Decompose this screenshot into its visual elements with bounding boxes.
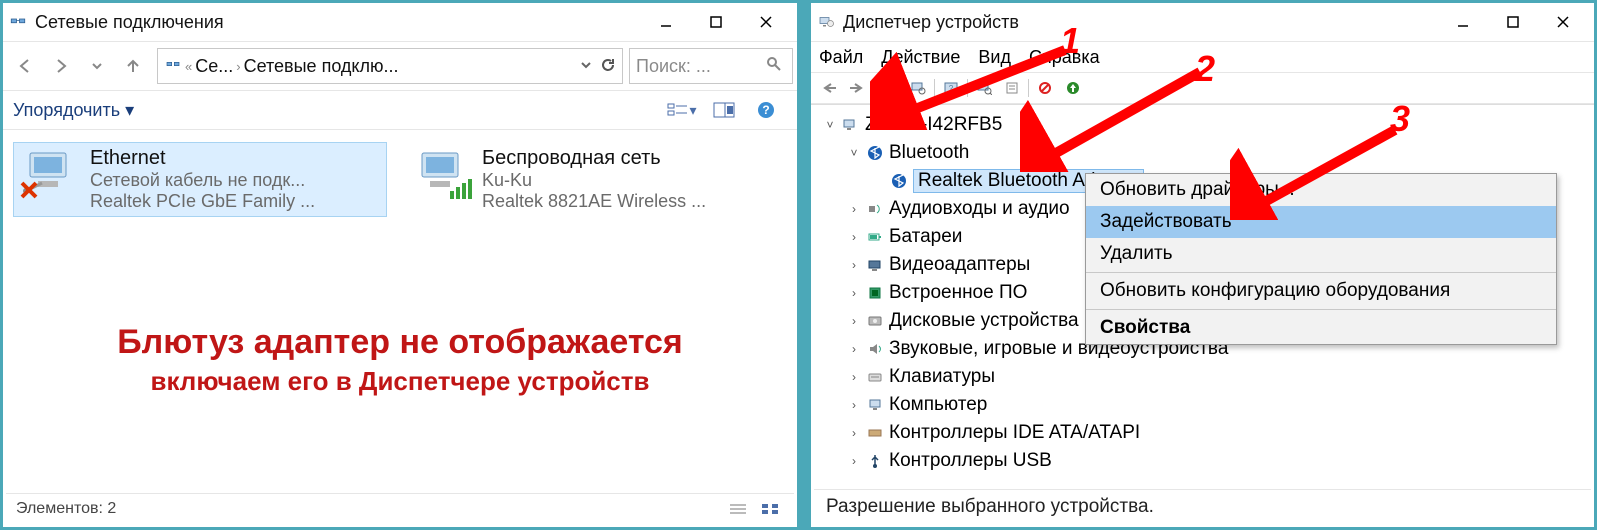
search-placeholder: Поиск: ... [636,56,711,77]
ethernet-adapter: Realtek PCIe GbE Family ... [90,191,315,212]
details-view-button[interactable] [724,498,752,520]
back-icon[interactable] [817,77,841,99]
properties-icon[interactable] [1000,77,1024,99]
connections-area: Ethernet Сетевой кабель не подк... Realt… [3,130,797,229]
close-button[interactable] [1538,7,1588,37]
breadcrumb-parent[interactable]: Се... [195,56,233,77]
item-count: Элементов: 2 [16,500,116,518]
back-button[interactable] [7,48,43,84]
ethernet-status: Сетевой кабель не подк... [90,170,315,191]
wireless-icon [412,147,472,201]
nav-bar: « Се... › Сетевые подклю... Поиск: ... [3,42,797,91]
connection-wireless[interactable]: Беспроводная сеть Ku-Ku Realtek 8821AE W… [405,142,779,217]
icon-toolbar: ? [811,72,1594,104]
close-button[interactable] [741,7,791,37]
addr-dropdown-icon[interactable] [580,58,592,74]
svg-text:?: ? [762,103,769,117]
ctx-properties[interactable]: Свойства [1086,312,1556,344]
ctx-separator [1086,272,1556,273]
ctx-rescan[interactable]: Обновить конфигурацию оборудования [1086,275,1556,307]
enable-icon[interactable] [1061,77,1085,99]
info-bar: Разрешение выбранного устройства. [814,489,1591,524]
recent-dropdown[interactable] [79,48,115,84]
tree-ide[interactable]: ›Контроллеры IDE ATA/ATAPI [821,419,1594,447]
forward-button[interactable] [43,48,79,84]
ethernet-icon [20,147,80,201]
menu-help[interactable]: Справка [1029,47,1100,68]
context-menu: Обновить драйверы... Задействовать Удали… [1085,173,1557,345]
forward-icon[interactable] [845,77,869,99]
view-mode-button[interactable]: ▾ [667,98,697,122]
menu-bar: Файл Действие Вид Справка [811,42,1594,72]
address-bar[interactable]: « Се... › Сетевые подклю... [157,48,623,84]
status-bar: Элементов: 2 [6,493,794,524]
wireless-name: Беспроводная сеть [482,147,706,170]
search-icon [766,56,782,77]
menu-view[interactable]: Вид [978,47,1011,68]
svg-text:?: ? [949,84,954,93]
tiles-view-button[interactable] [756,498,784,520]
tree-computer[interactable]: ›Компьютер [821,391,1594,419]
wireless-status: Ku-Ku [482,170,706,191]
tree-keyboard[interactable]: ›Клавиатуры [821,363,1594,391]
help-button[interactable]: ? [751,98,781,122]
network-small-icon [164,57,182,76]
scan-icon[interactable] [972,77,996,99]
ethernet-name: Ethernet [90,147,315,170]
tree-root[interactable]: ˅ZV VD-I42RFB5 [821,111,1594,139]
search-box[interactable]: Поиск: ... [629,48,793,84]
tree-storage[interactable]: ›Контроллеры запоминающих устройств [821,475,1594,477]
breadcrumb-current[interactable]: Сетевые подклю... [244,56,399,77]
maximize-button[interactable] [691,7,741,37]
ctx-separator [1086,309,1556,310]
info-text: Разрешение выбранного устройства. [826,496,1154,518]
connection-ethernet[interactable]: Ethernet Сетевой кабель не подк... Realt… [13,142,387,217]
tree-usb[interactable]: ›Контроллеры USB [821,447,1594,475]
computer-icon[interactable] [878,77,902,99]
minimize-button[interactable] [1438,7,1488,37]
network-connections-window: Сетевые подключения « Се... › Сетевые по… [0,0,800,530]
refresh-icon[interactable] [600,57,616,76]
help-small-icon[interactable]: ? [939,77,963,99]
titlebar: Диспетчер устройств [811,3,1594,42]
settings-icon[interactable] [906,77,930,99]
breadcrumb-arrow: › [236,59,240,74]
menu-file[interactable]: Файл [819,47,863,68]
tree-bluetooth[interactable]: ˅Bluetooth [821,139,1594,167]
annotation-caption: Блютуз адаптер не отображается включаем … [3,323,797,397]
window-title: Сетевые подключения [35,12,641,33]
breadcrumb-sep: « [185,59,192,74]
network-icon [9,13,27,31]
toolbar: Упорядочить ▾ ▾ ? [3,91,797,130]
caption-line2: включаем его в Диспетчере устройств [3,366,797,397]
titlebar: Сетевые подключения [3,3,797,42]
menu-action[interactable]: Действие [881,47,960,68]
caption-line1: Блютуз адаптер не отображается [3,323,797,362]
device-manager-icon [817,13,835,31]
ctx-delete[interactable]: Удалить [1086,238,1556,270]
wireless-adapter: Realtek 8821AE Wireless ... [482,191,706,212]
organize-button[interactable]: Упорядочить ▾ [13,100,134,121]
ctx-enable[interactable]: Задействовать [1086,206,1556,238]
preview-pane-button[interactable] [709,98,739,122]
ctx-update-driver[interactable]: Обновить драйверы... [1086,174,1556,206]
window-title: Диспетчер устройств [843,12,1438,33]
minimize-button[interactable] [641,7,691,37]
disable-icon[interactable] [1033,77,1057,99]
up-button[interactable] [115,48,151,84]
maximize-button[interactable] [1488,7,1538,37]
